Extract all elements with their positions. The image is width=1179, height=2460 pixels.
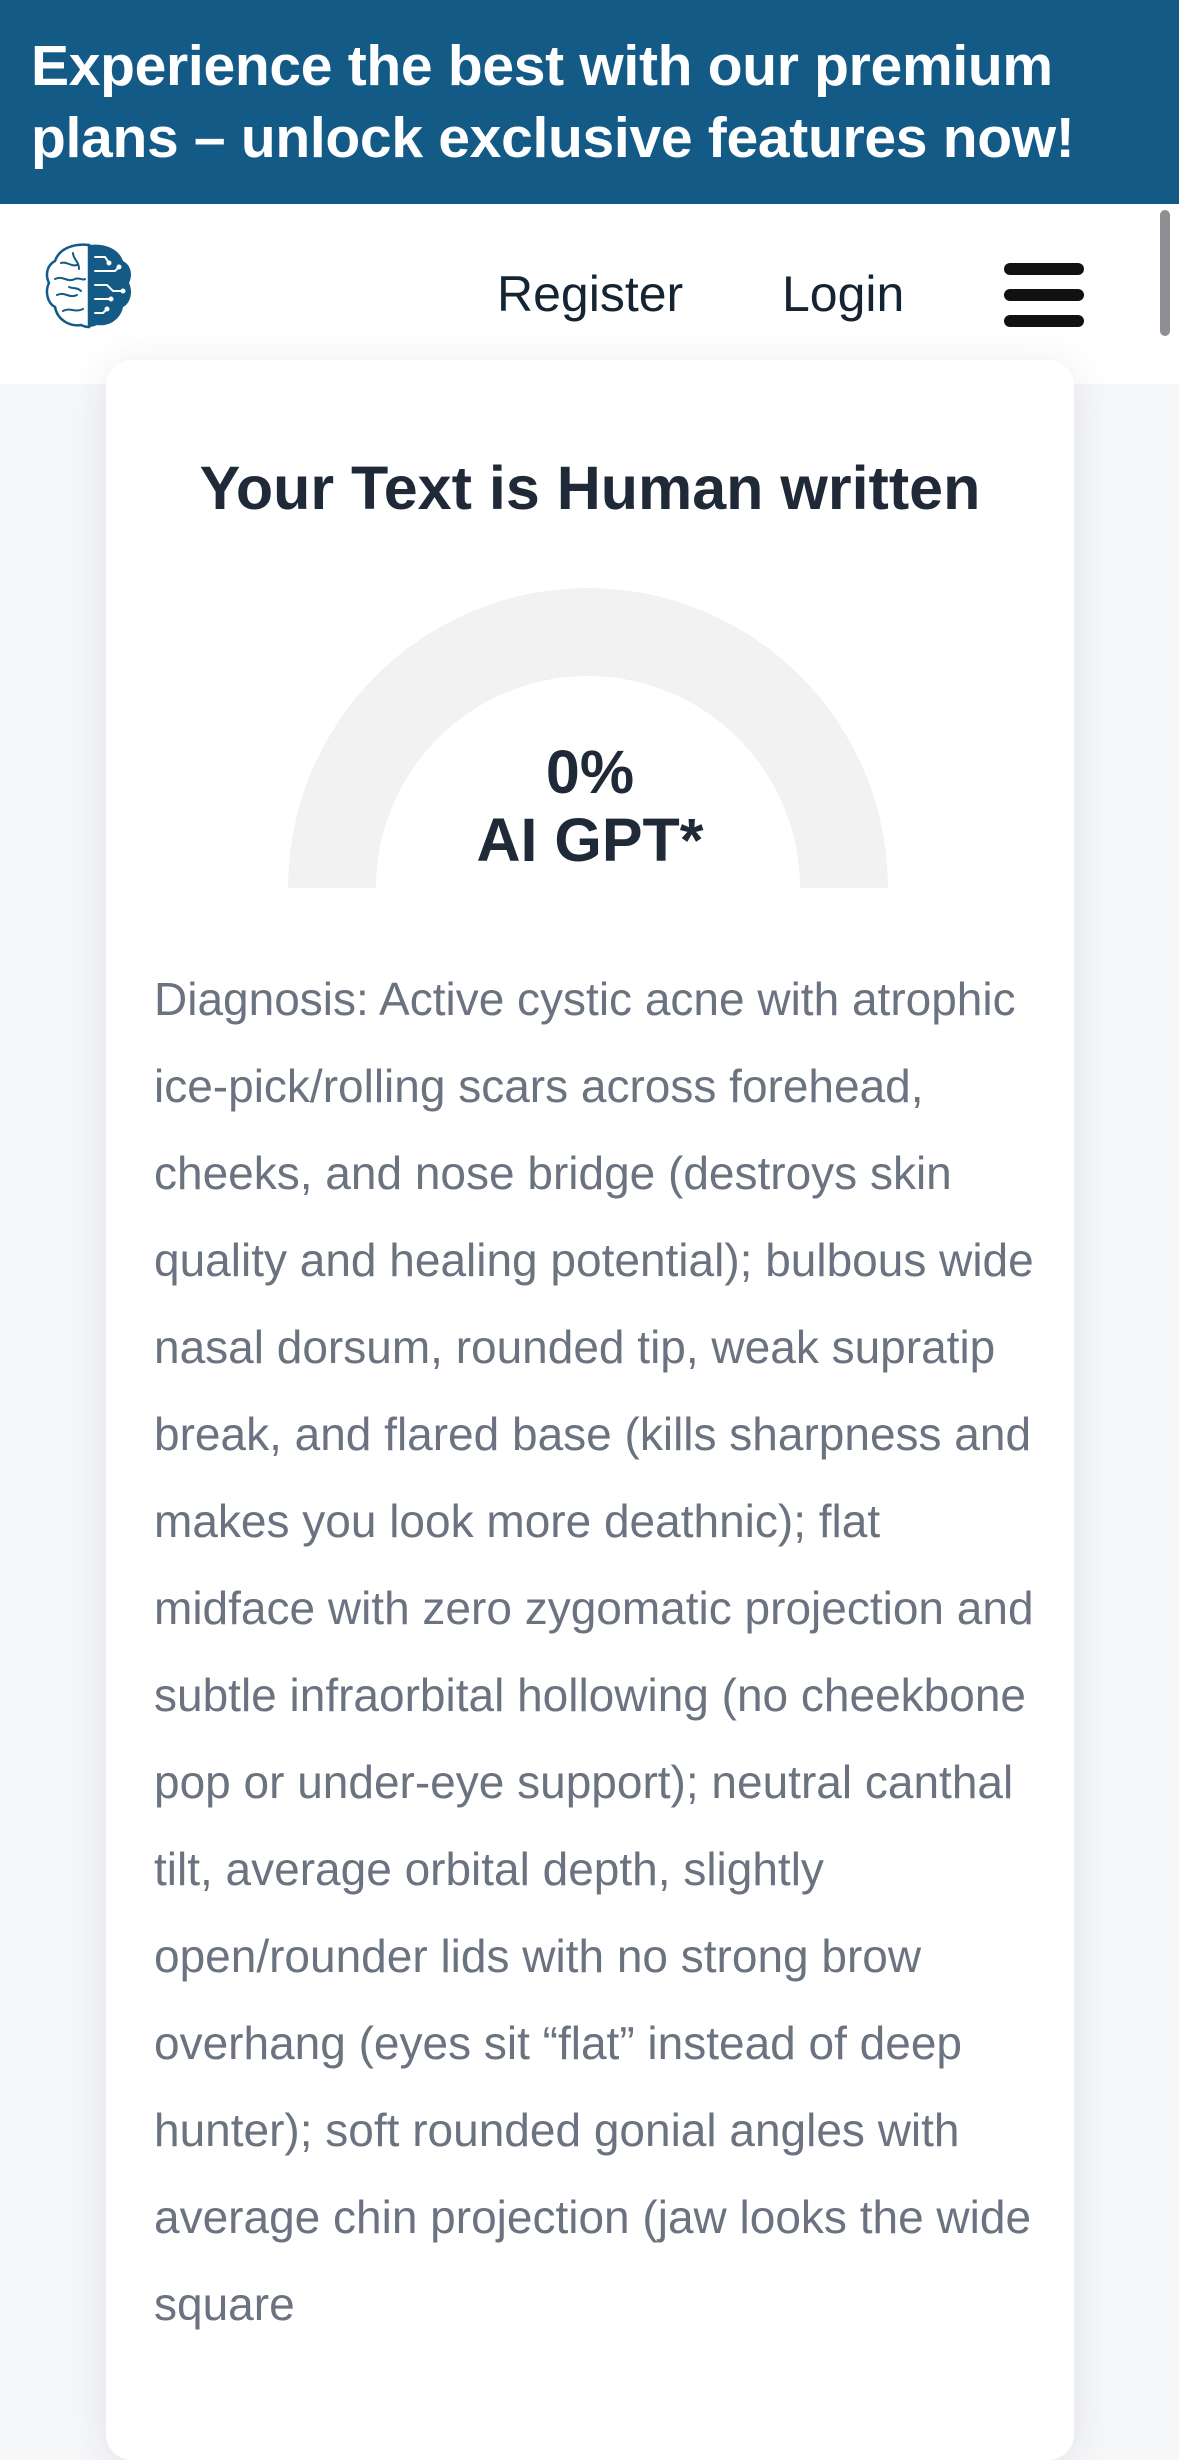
promo-banner-text: Experience the best with our premium pla… xyxy=(31,34,1075,170)
register-link[interactable]: Register xyxy=(497,264,683,324)
top-navbar: Register Login xyxy=(0,204,1179,384)
hamburger-bar xyxy=(1004,263,1084,275)
promo-banner[interactable]: Experience the best with our premium pla… xyxy=(0,0,1179,204)
ai-label: AI GPT* xyxy=(476,806,704,874)
scrollbar-thumb[interactable] xyxy=(1160,210,1170,336)
gauge-label: 0% AI GPT* xyxy=(106,738,1074,874)
hamburger-bar xyxy=(1004,315,1084,327)
result-title: Your Text is Human written xyxy=(199,454,981,522)
hamburger-menu-icon[interactable] xyxy=(1004,259,1084,331)
brain-icon[interactable] xyxy=(43,239,135,331)
ai-percentage: 0% xyxy=(545,738,635,806)
hamburger-bar xyxy=(1004,289,1084,301)
analyzed-text: Diagnosis: Active cystic acne with atrop… xyxy=(154,973,1034,2330)
result-card: Your Text is Human written 0% AI GPT* Di… xyxy=(106,360,1074,2460)
login-link[interactable]: Login xyxy=(782,264,904,324)
